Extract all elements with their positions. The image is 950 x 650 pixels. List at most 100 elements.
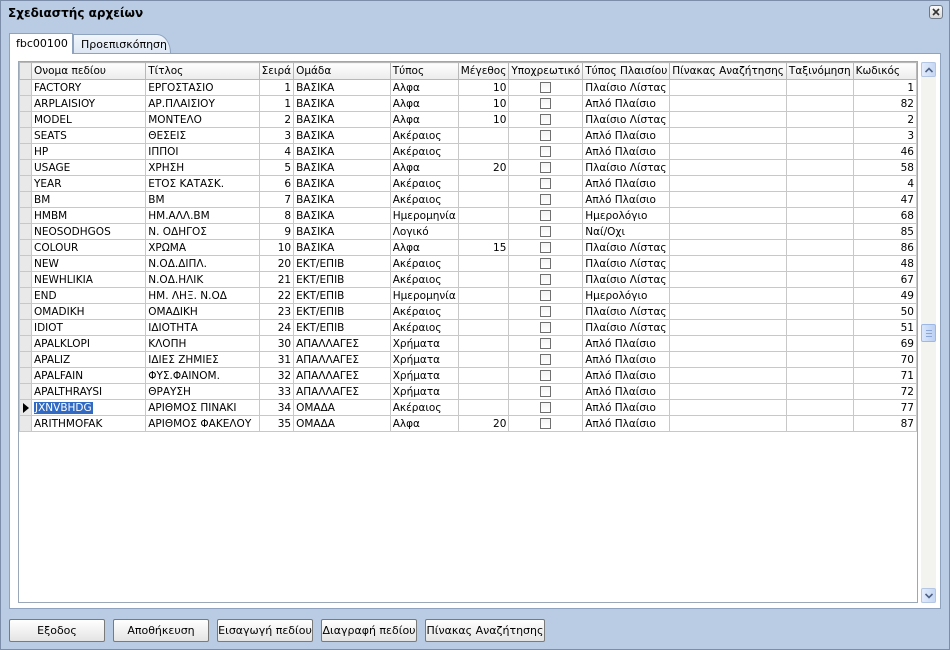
- row-selector[interactable]: [19, 191, 32, 208]
- cell-box-type[interactable]: Ημερολόγιο: [582, 287, 671, 304]
- cell-order[interactable]: 24: [258, 319, 295, 336]
- table-row[interactable]: NEW Ν.ΟΔ.ΔΙΠΛ. 20 ΕΚΤ/ΕΠΙΒ Ακέραιος Πλαίσιο Λ…: [19, 255, 917, 272]
- cell-required[interactable]: [508, 351, 584, 368]
- cell-name[interactable]: SEATS: [30, 127, 147, 144]
- cell-order[interactable]: 10: [258, 239, 295, 256]
- cell-box-type[interactable]: Απλό Πλαίσιο: [582, 143, 671, 160]
- cell-lookup[interactable]: [669, 239, 787, 256]
- cell-required[interactable]: [508, 255, 584, 272]
- cell-title[interactable]: ΗΜ.ΑΛΛ.ΒΜ: [145, 207, 260, 224]
- table-row[interactable]: NEWHLIKIA Ν.ΟΔ.ΗΛΙΚ 21 ΕΚΤ/ΕΠΙΒ Ακέραιος Πλαί…: [19, 271, 917, 288]
- cell-code[interactable]: 67: [852, 271, 917, 288]
- cell-type[interactable]: Χρήματα: [389, 335, 459, 352]
- row-selector[interactable]: [19, 351, 32, 368]
- cell-lookup[interactable]: [669, 399, 787, 416]
- required-checkbox[interactable]: [540, 242, 552, 253]
- row-selector[interactable]: [19, 399, 32, 416]
- cell-lookup[interactable]: [669, 271, 787, 288]
- cell-code[interactable]: 1: [852, 79, 917, 96]
- cell-size[interactable]: [457, 367, 510, 384]
- cell-name[interactable]: ARITHMOFAK: [30, 415, 147, 432]
- tab-fbc00100[interactable]: fbc00100: [9, 33, 73, 54]
- cell-order[interactable]: 34: [258, 399, 295, 416]
- cell-order[interactable]: 21: [258, 271, 295, 288]
- cell-title[interactable]: ΧΡΩΜΑ: [145, 239, 260, 256]
- col-header-title[interactable]: Τίτλος: [145, 62, 260, 80]
- cell-size[interactable]: 10: [457, 111, 510, 128]
- cell-group[interactable]: ΑΠΑΛΛΑΓΕΣ: [293, 383, 391, 400]
- cell-sort[interactable]: [785, 159, 854, 176]
- cell-lookup[interactable]: [669, 335, 787, 352]
- cell-title[interactable]: Ν.ΟΔ.ΔΙΠΛ.: [145, 255, 260, 272]
- table-row[interactable]: YEAR ΕΤΟΣ ΚΑΤΑΣΚ. 6 ΒΑΣΙΚΑ Ακέραιος Απλό Πλαί…: [19, 175, 917, 192]
- cell-lookup[interactable]: [669, 95, 787, 112]
- col-header-required[interactable]: Υποχρεωτικό: [508, 62, 584, 80]
- row-selector[interactable]: [19, 223, 32, 240]
- cell-box-type[interactable]: Πλαίσιο Λίστας: [582, 79, 671, 96]
- cell-box-type[interactable]: Πλαίσιο Λίστας: [582, 319, 671, 336]
- col-header-sort[interactable]: Ταξινόμηση: [785, 62, 854, 80]
- required-checkbox[interactable]: [540, 82, 552, 93]
- cell-lookup[interactable]: [669, 175, 787, 192]
- required-checkbox[interactable]: [540, 402, 552, 413]
- cell-required[interactable]: [508, 271, 584, 288]
- cell-order[interactable]: 33: [258, 383, 295, 400]
- cell-type[interactable]: Αλφα: [389, 111, 459, 128]
- cell-name[interactable]: BM: [30, 191, 147, 208]
- cell-group[interactable]: ΕΚΤ/ΕΠΙΒ: [293, 287, 391, 304]
- required-checkbox[interactable]: [540, 258, 552, 269]
- cell-group[interactable]: ΒΑΣΙΚΑ: [293, 79, 391, 96]
- cell-box-type[interactable]: Απλό Πλαίσιο: [582, 127, 671, 144]
- fields-grid[interactable]: Ονομα πεδίου Τίτλος Σειρά Ομάδα Τύπος Μέ…: [18, 61, 918, 603]
- cell-name[interactable]: MODEL: [30, 111, 147, 128]
- cell-title[interactable]: ΚΛΟΠΗ: [145, 335, 260, 352]
- cell-box-type[interactable]: Απλό Πλαίσιο: [582, 367, 671, 384]
- cell-name[interactable]: COLOUR: [30, 239, 147, 256]
- cell-size[interactable]: 10: [457, 95, 510, 112]
- cell-name[interactable]: FACTORY: [30, 79, 147, 96]
- cell-group[interactable]: ΕΚΤ/ΕΠΙΒ: [293, 271, 391, 288]
- cell-code[interactable]: 46: [852, 143, 917, 160]
- cell-size[interactable]: 20: [457, 415, 510, 432]
- cell-size[interactable]: [457, 255, 510, 272]
- cell-title[interactable]: ΒΜ: [145, 191, 260, 208]
- cell-sort[interactable]: [785, 415, 854, 432]
- required-checkbox[interactable]: [540, 114, 552, 125]
- row-selector[interactable]: [19, 95, 32, 112]
- cell-type[interactable]: Αλφα: [389, 159, 459, 176]
- cell-name[interactable]: OMADIKH: [30, 303, 147, 320]
- row-selector[interactable]: [19, 239, 32, 256]
- cell-required[interactable]: [508, 175, 584, 192]
- cell-required[interactable]: [508, 367, 584, 384]
- cell-box-type[interactable]: Απλό Πλαίσιο: [582, 191, 671, 208]
- cell-name[interactable]: ARPLAISIOY: [30, 95, 147, 112]
- table-row[interactable]: APALKLOPI ΚΛΟΠΗ 30 ΑΠΑΛΛΑΓΕΣ Χρήματα Απλό Πλα…: [19, 335, 917, 352]
- cell-code[interactable]: 51: [852, 319, 917, 336]
- table-row[interactable]: END ΗΜ. ΛΗΞ. Ν.ΟΔ 22 ΕΚΤ/ΕΠΙΒ Ημερομηνία Ημερ…: [19, 287, 917, 304]
- cell-order[interactable]: 35: [258, 415, 295, 432]
- cell-title[interactable]: Ν.ΟΔ.ΗΛΙΚ: [145, 271, 260, 288]
- required-checkbox[interactable]: [540, 130, 552, 141]
- col-header-type[interactable]: Τύπος: [389, 62, 459, 80]
- cell-sort[interactable]: [785, 271, 854, 288]
- table-row[interactable]: OMADIKH ΟΜΑΔΙΚΗ 23 ΕΚΤ/ΕΠΙΒ Ακέραιος Πλαίσιο …: [19, 303, 917, 320]
- cell-order[interactable]: 20: [258, 255, 295, 272]
- delete-field-button[interactable]: Διαγραφή πεδίου: [321, 619, 417, 642]
- cell-required[interactable]: [508, 335, 584, 352]
- table-row[interactable]: MODEL ΜΟΝΤΕΛΟ 2 ΒΑΣΙΚΑ Αλφα 10 Πλαίσιο Λίστας 2: [19, 111, 917, 128]
- cell-sort[interactable]: [785, 351, 854, 368]
- cell-group[interactable]: ΑΠΑΛΛΑΓΕΣ: [293, 367, 391, 384]
- cell-box-type[interactable]: Απλό Πλαίσιο: [582, 383, 671, 400]
- cell-code[interactable]: 4: [852, 175, 917, 192]
- cell-title[interactable]: ΙΠΠΟΙ: [145, 143, 260, 160]
- cell-group[interactable]: ΕΚΤ/ΕΠΙΒ: [293, 303, 391, 320]
- cell-size[interactable]: [457, 271, 510, 288]
- cell-group[interactable]: ΒΑΣΙΚΑ: [293, 207, 391, 224]
- cell-sort[interactable]: [785, 127, 854, 144]
- cell-type[interactable]: Ημερομηνία: [389, 207, 459, 224]
- required-checkbox[interactable]: [540, 274, 552, 285]
- cell-box-type[interactable]: Απλό Πλαίσιο: [582, 335, 671, 352]
- cell-name[interactable]: APALFAIN: [30, 367, 147, 384]
- cell-code[interactable]: 85: [852, 223, 917, 240]
- cell-required[interactable]: [508, 95, 584, 112]
